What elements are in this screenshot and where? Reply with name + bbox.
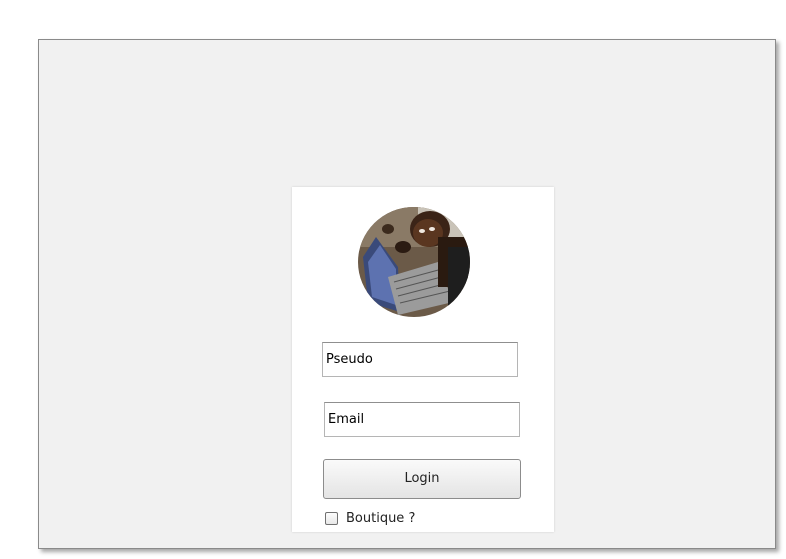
email-input[interactable] bbox=[324, 402, 520, 437]
boutique-checkbox[interactable] bbox=[325, 511, 338, 525]
login-card: Login Boutique ? bbox=[292, 187, 554, 532]
boutique-option[interactable]: Boutique ? bbox=[325, 509, 415, 527]
app-window: Login Boutique ? bbox=[38, 39, 776, 549]
avatar-photo bbox=[358, 207, 470, 317]
avatar bbox=[358, 207, 470, 317]
boutique-label: Boutique ? bbox=[346, 510, 416, 526]
pseudo-input[interactable] bbox=[322, 342, 518, 377]
login-button[interactable]: Login bbox=[323, 459, 521, 499]
